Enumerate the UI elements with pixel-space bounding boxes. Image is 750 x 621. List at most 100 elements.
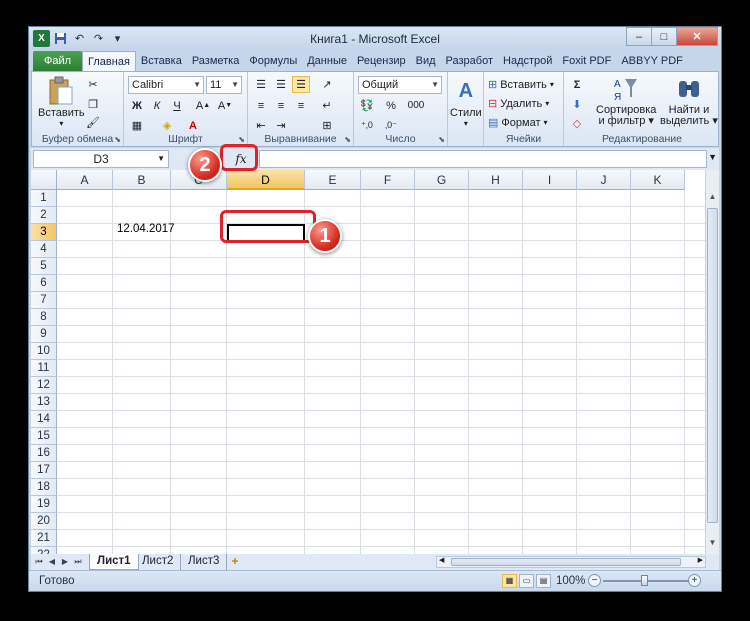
autosum-icon[interactable]: Σ	[568, 76, 586, 93]
row-header-18[interactable]: 18	[31, 479, 57, 496]
select-all-corner[interactable]	[31, 170, 57, 190]
column-header-k[interactable]: K	[631, 170, 685, 190]
column-header-i[interactable]: I	[523, 170, 577, 190]
row-header-8[interactable]: 8	[31, 309, 57, 326]
row-header-13[interactable]: 13	[31, 394, 57, 411]
cut-icon[interactable]: ✂	[84, 76, 102, 93]
decrease-indent-icon[interactable]: ⇤	[252, 117, 270, 134]
clear-icon[interactable]: ◇	[568, 115, 586, 132]
shrink-font-icon[interactable]: A ▼	[216, 97, 234, 114]
row-header-17[interactable]: 17	[31, 462, 57, 479]
font-color-icon[interactable]: A	[184, 117, 202, 134]
tab-page-layout[interactable]: Разметка	[187, 51, 245, 71]
increase-indent-icon[interactable]: ⇥	[272, 117, 290, 134]
row-header-21[interactable]: 21	[31, 530, 57, 547]
sort-filter-button[interactable]: AЯ Сортировка и фильтр ▾	[596, 74, 656, 127]
merge-center-icon[interactable]: ⊞	[318, 117, 336, 134]
name-box[interactable]: D3 ▼	[33, 150, 169, 168]
underline-button[interactable]: Ч	[168, 97, 186, 114]
format-cells-button[interactable]: ▤ Формат ▾	[488, 114, 548, 131]
copy-icon[interactable]: ❐	[84, 96, 102, 113]
column-header-e[interactable]: E	[305, 170, 361, 190]
align-middle-icon[interactable]: ☰	[272, 76, 290, 93]
zoom-slider-knob[interactable]	[641, 575, 648, 586]
row-header-1[interactable]: 1	[31, 190, 57, 207]
row-header-2[interactable]: 2	[31, 207, 57, 224]
grow-font-icon[interactable]: A ▲	[194, 97, 212, 114]
page-layout-view-icon[interactable]: ▭	[519, 574, 534, 588]
tab-developer[interactable]: Разработ	[441, 51, 498, 71]
scroll-down-icon[interactable]: ▼	[706, 538, 719, 552]
prev-sheet-icon[interactable]: ◀	[46, 555, 58, 569]
last-sheet-icon[interactable]: ⏭	[72, 555, 84, 569]
row-header-12[interactable]: 12	[31, 377, 57, 394]
zoom-out-icon[interactable]: −	[588, 574, 601, 587]
alignment-launcher-icon[interactable]: ⬊	[344, 135, 351, 144]
row-header-14[interactable]: 14	[31, 411, 57, 428]
formula-input[interactable]	[259, 150, 707, 168]
row-header-4[interactable]: 4	[31, 241, 57, 258]
insert-sheet-icon[interactable]: ✚	[227, 555, 243, 569]
next-sheet-icon[interactable]: ▶	[59, 555, 71, 569]
thousands-button[interactable]: 000	[404, 97, 428, 114]
row-header-22[interactable]: 22	[31, 547, 57, 554]
wrap-text-icon[interactable]: ↵	[318, 97, 336, 114]
percent-button[interactable]: %	[382, 97, 400, 114]
align-left-icon[interactable]: ≡	[252, 97, 270, 114]
column-header-j[interactable]: J	[577, 170, 631, 190]
decrease-decimal-icon[interactable]: ‚0⁻	[382, 117, 400, 134]
clipboard-launcher-icon[interactable]: ⬊	[114, 135, 121, 144]
tab-insert[interactable]: Вставка	[136, 51, 187, 71]
tab-formulas[interactable]: Формулы	[244, 51, 302, 71]
minimize-button[interactable]: –	[626, 27, 652, 46]
align-right-icon[interactable]: ≡	[292, 97, 310, 114]
fill-color-icon[interactable]: ◈	[158, 117, 176, 134]
row-header-20[interactable]: 20	[31, 513, 57, 530]
currency-icon[interactable]: 💱	[358, 97, 376, 114]
horizontal-scroll-thumb[interactable]	[451, 558, 681, 566]
column-header-f[interactable]: F	[361, 170, 415, 190]
worksheet-grid[interactable]: ABCDEFGHIJK 1234567891011121314151617181…	[31, 170, 719, 554]
format-painter-icon[interactable]: 🖌	[84, 114, 102, 131]
column-header-h[interactable]: H	[469, 170, 523, 190]
row-header-16[interactable]: 16	[31, 445, 57, 462]
fill-icon[interactable]: ⬇	[568, 96, 586, 113]
font-size-combo[interactable]: 11 ▼	[206, 76, 242, 94]
row-header-11[interactable]: 11	[31, 360, 57, 377]
tab-review[interactable]: Рецензир	[352, 51, 411, 71]
row-header-3[interactable]: 3	[31, 224, 57, 241]
paste-button[interactable]: Вставить ▾	[38, 76, 85, 128]
expand-formula-bar-icon[interactable]: ▼	[708, 152, 717, 162]
number-format-combo[interactable]: Общий ▼	[358, 76, 442, 94]
bold-button[interactable]: Ж	[128, 97, 146, 114]
scroll-left-icon[interactable]: ◀	[439, 556, 444, 564]
cell-b3[interactable]: 12.04.2017	[117, 223, 175, 235]
row-header-15[interactable]: 15	[31, 428, 57, 445]
zoom-in-icon[interactable]: +	[688, 574, 701, 587]
vertical-scroll-thumb[interactable]	[707, 208, 718, 523]
delete-cells-button[interactable]: ⊟ Удалить ▾	[488, 95, 549, 112]
first-sheet-icon[interactable]: ⏮	[33, 555, 45, 569]
increase-decimal-icon[interactable]: ⁺‚0	[358, 117, 376, 134]
zoom-level[interactable]: 100%	[556, 575, 585, 587]
find-select-button[interactable]: Найти и выделить ▾	[660, 74, 718, 127]
scroll-right-icon[interactable]: ▶	[698, 556, 703, 564]
align-bottom-icon[interactable]: ☰	[292, 76, 310, 93]
number-launcher-icon[interactable]: ⬊	[438, 135, 445, 144]
column-header-b[interactable]: B	[113, 170, 171, 190]
tab-view[interactable]: Вид	[411, 51, 441, 71]
tab-data[interactable]: Данные	[302, 51, 352, 71]
sheet-tab-2[interactable]: Лист2	[135, 554, 182, 570]
tab-home[interactable]: Главная	[82, 51, 136, 71]
close-button[interactable]: ✕	[676, 27, 718, 46]
italic-button[interactable]: К	[148, 97, 166, 114]
horizontal-scrollbar[interactable]: ◀ ▶	[436, 556, 706, 568]
orientation-icon[interactable]: ↗	[318, 76, 336, 93]
font-name-combo[interactable]: Calibri ▼	[128, 76, 204, 94]
borders-icon[interactable]: ▦	[128, 117, 146, 134]
vertical-scrollbar[interactable]: ▲ ▼	[705, 170, 719, 554]
column-header-a[interactable]: A	[57, 170, 113, 190]
sheet-tab-3[interactable]: Лист3	[181, 554, 228, 570]
row-header-5[interactable]: 5	[31, 258, 57, 275]
column-header-d[interactable]: D	[227, 170, 305, 190]
